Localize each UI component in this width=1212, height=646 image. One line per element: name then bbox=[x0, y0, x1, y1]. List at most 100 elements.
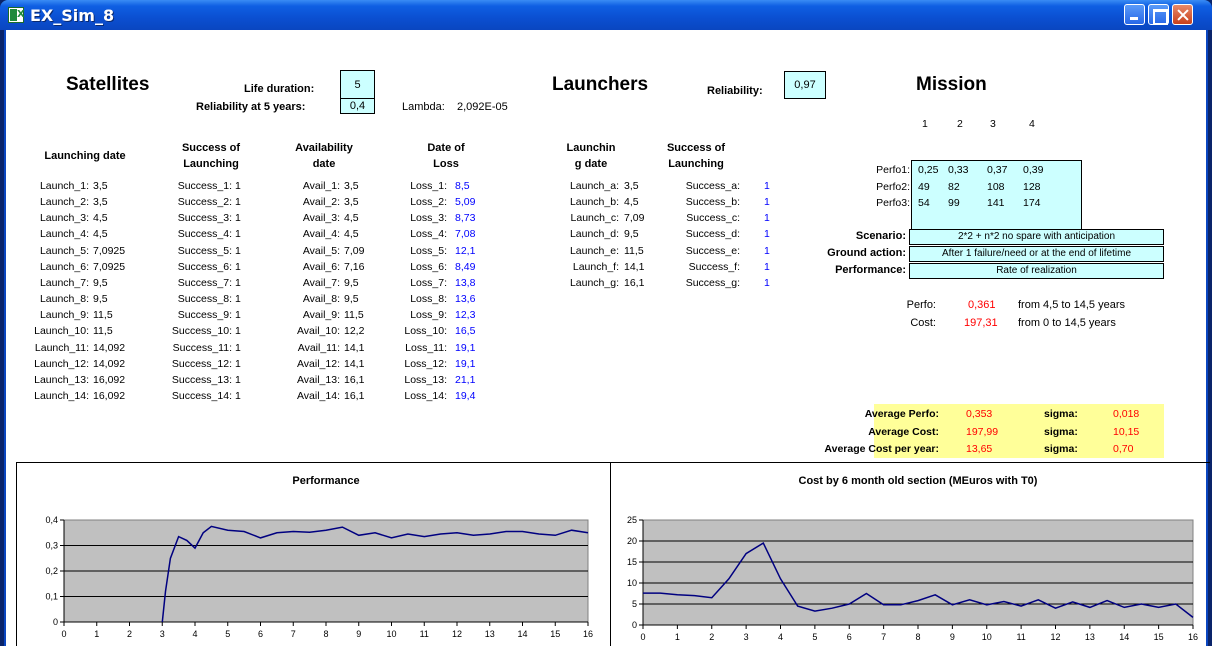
loss-value[interactable]: 19,1 bbox=[455, 357, 475, 372]
launch-value[interactable]: 14,092 bbox=[93, 341, 125, 356]
loss-value[interactable]: 19,1 bbox=[455, 341, 475, 356]
launcher-date[interactable]: 11,5 bbox=[624, 244, 644, 259]
loss-value[interactable]: 21,1 bbox=[455, 373, 475, 388]
success-label: Success_14: bbox=[171, 389, 232, 402]
cost-chart[interactable]: Cost by 6 month old section (MEuros with… bbox=[613, 464, 1208, 644]
grid-cell[interactable]: 141 bbox=[987, 196, 1005, 211]
performance-chart[interactable]: Performance00,10,20,30,40 1 2 3 4 5 6 7 8 9 10 11 12… bbox=[18, 464, 608, 644]
avail-value[interactable]: 7,16 bbox=[344, 260, 364, 275]
success-value[interactable]: 1 bbox=[235, 227, 241, 242]
success-value[interactable]: 1 bbox=[235, 389, 241, 404]
avail-value[interactable]: 9,5 bbox=[344, 292, 359, 307]
performance-field[interactable]: Rate of realization bbox=[909, 263, 1164, 279]
success-value[interactable]: 1 bbox=[235, 341, 241, 356]
success-value[interactable]: 1 bbox=[235, 260, 241, 275]
excel-icon[interactable] bbox=[8, 7, 25, 23]
avail-value[interactable]: 7,09 bbox=[344, 244, 364, 259]
launch-value[interactable]: 4,5 bbox=[93, 227, 108, 242]
launch-label: Launch_5: bbox=[39, 244, 89, 257]
launcher-success-value[interactable]: 1 bbox=[764, 195, 770, 210]
grid-cell[interactable]: 0,33 bbox=[948, 163, 968, 178]
loss-value[interactable]: 16,5 bbox=[455, 324, 475, 339]
life-duration-label: Life duration: bbox=[244, 83, 315, 95]
avail-value[interactable]: 4,5 bbox=[344, 211, 359, 226]
loss-value[interactable]: 12,3 bbox=[455, 308, 475, 323]
avail-value[interactable]: 14,1 bbox=[344, 357, 364, 372]
avail-value[interactable]: 4,5 bbox=[344, 227, 359, 242]
launch-value[interactable]: 3,5 bbox=[93, 195, 108, 210]
title-bar[interactable]: EX_Sim_8 bbox=[0, 0, 1212, 30]
launch-value[interactable]: 14,092 bbox=[93, 357, 125, 372]
launch-value[interactable]: 4,5 bbox=[93, 211, 108, 226]
avail-value[interactable]: 9,5 bbox=[344, 276, 359, 291]
reliability-5y-field[interactable]: 0,4 bbox=[340, 98, 375, 114]
loss-value[interactable]: 13,8 bbox=[455, 276, 475, 291]
launch-value[interactable]: 7,0925 bbox=[93, 260, 125, 275]
grid-cell[interactable]: 174 bbox=[1023, 196, 1041, 211]
loss-value[interactable]: 8,49 bbox=[455, 260, 475, 275]
launcher-success-value[interactable]: 1 bbox=[764, 211, 770, 226]
loss-value[interactable]: 8,73 bbox=[455, 211, 475, 226]
grid-cell[interactable]: 128 bbox=[1023, 180, 1041, 195]
launcher-success-value[interactable]: 1 bbox=[764, 244, 770, 259]
success-value[interactable]: 1 bbox=[235, 324, 241, 339]
loss-value[interactable]: 5,09 bbox=[455, 195, 475, 210]
launch-value[interactable]: 9,5 bbox=[93, 276, 108, 291]
grid-cell[interactable]: 82 bbox=[948, 180, 960, 195]
close-button[interactable] bbox=[1172, 4, 1193, 25]
success-value[interactable]: 1 bbox=[235, 195, 241, 210]
success-value[interactable]: 1 bbox=[235, 276, 241, 291]
launch-value[interactable]: 7,0925 bbox=[93, 244, 125, 259]
grid-cell[interactable]: 0,37 bbox=[987, 163, 1007, 178]
launcher-date[interactable]: 4,5 bbox=[624, 195, 639, 210]
launch-value[interactable]: 11,5 bbox=[93, 308, 113, 323]
ground-action-field[interactable]: After 1 failure/need or at the end of li… bbox=[909, 246, 1164, 262]
launcher-date[interactable]: 14,1 bbox=[624, 260, 644, 275]
success-value[interactable]: 1 bbox=[235, 244, 241, 259]
launcher-reliability-field[interactable]: 0,97 bbox=[784, 71, 826, 99]
loss-value[interactable]: 19,4 bbox=[455, 389, 475, 404]
launch-value[interactable]: 16,092 bbox=[93, 389, 125, 404]
avail-value[interactable]: 16,1 bbox=[344, 389, 364, 404]
launcher-success-value[interactable]: 1 bbox=[764, 260, 770, 275]
success-value[interactable]: 1 bbox=[235, 211, 241, 226]
loss-value[interactable]: 13,6 bbox=[455, 292, 475, 307]
avail-value[interactable]: 11,5 bbox=[344, 308, 364, 323]
launcher-success-value[interactable]: 1 bbox=[764, 227, 770, 242]
loss-value[interactable]: 8,5 bbox=[455, 179, 470, 194]
success-value[interactable]: 1 bbox=[235, 292, 241, 307]
launch-value[interactable]: 9,5 bbox=[93, 292, 108, 307]
launcher-date[interactable]: 7,09 bbox=[624, 211, 644, 226]
maximize-button[interactable] bbox=[1148, 4, 1169, 25]
launch-value[interactable]: 16,092 bbox=[93, 373, 125, 388]
launcher-success-value[interactable]: 1 bbox=[764, 276, 770, 291]
grid-cell[interactable]: 99 bbox=[948, 196, 960, 211]
minimize-button[interactable] bbox=[1124, 4, 1145, 25]
scenario-field[interactable]: 2*2 + n*2 no spare with anticipation bbox=[909, 229, 1164, 245]
grid-cell[interactable]: 54 bbox=[918, 196, 930, 211]
launcher-date[interactable]: 9,5 bbox=[624, 227, 639, 242]
loss-value[interactable]: 7,08 bbox=[455, 227, 475, 242]
launcher-date[interactable]: 16,1 bbox=[624, 276, 644, 291]
grid-cell[interactable]: 0,39 bbox=[1023, 163, 1043, 178]
avail-value[interactable]: 16,1 bbox=[344, 373, 364, 388]
avail-value[interactable]: 3,5 bbox=[344, 179, 359, 194]
grid-row-label: Perfo2: bbox=[876, 181, 910, 193]
grid-cell[interactable]: 0,25 bbox=[918, 163, 938, 178]
launch-value[interactable]: 3,5 bbox=[93, 179, 108, 194]
loss-value[interactable]: 12,1 bbox=[455, 244, 475, 259]
grid-cell[interactable]: 49 bbox=[918, 180, 930, 195]
success-value[interactable]: 1 bbox=[235, 357, 241, 372]
launcher-success-value[interactable]: 1 bbox=[764, 179, 770, 194]
avail-value[interactable]: 12,2 bbox=[344, 324, 364, 339]
avail-value[interactable]: 14,1 bbox=[344, 341, 364, 356]
avail-value[interactable]: 3,5 bbox=[344, 195, 359, 210]
life-duration-field[interactable]: 5 bbox=[340, 70, 375, 100]
launcher-date[interactable]: 3,5 bbox=[624, 179, 639, 194]
grid-cell[interactable]: 108 bbox=[987, 180, 1005, 195]
success-value[interactable]: 1 bbox=[235, 373, 241, 388]
success-value[interactable]: 1 bbox=[235, 308, 241, 323]
col-head-loss-line1: Date of bbox=[427, 142, 465, 154]
success-value[interactable]: 1 bbox=[235, 179, 241, 194]
launch-value[interactable]: 11,5 bbox=[93, 324, 113, 339]
